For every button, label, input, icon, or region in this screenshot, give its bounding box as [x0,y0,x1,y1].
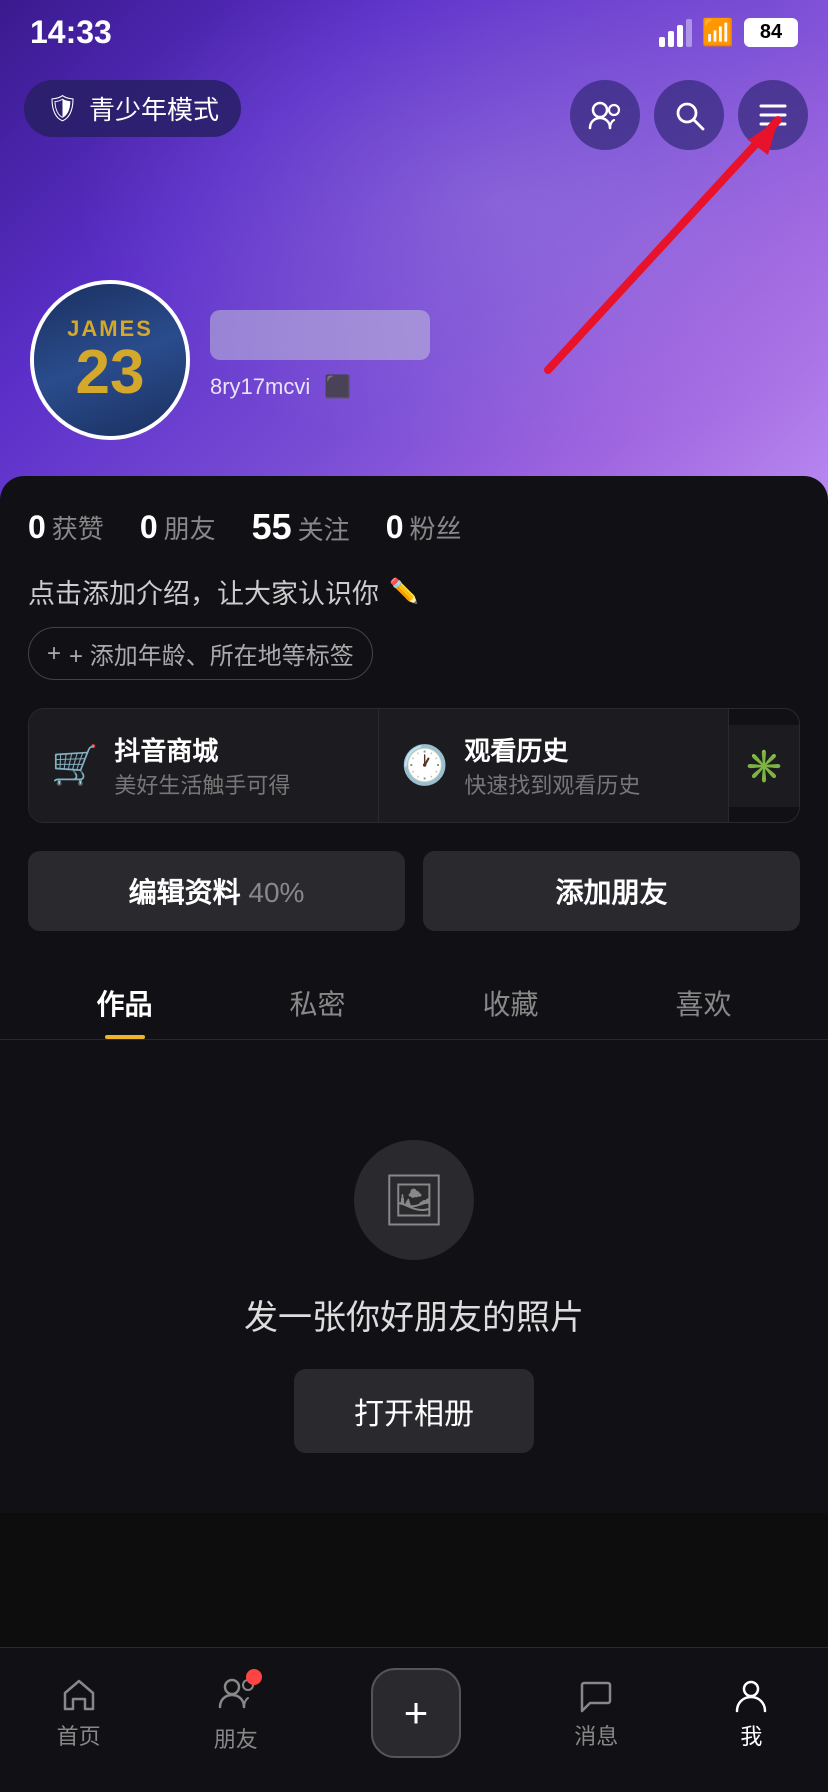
profile-avatar: JAMES 23 [30,280,190,440]
status-icons: 📶 84 [659,17,798,48]
quick-link-more[interactable]: ✳️ [729,725,799,807]
stats-row: 0 获赞 0 朋友 55 关注 0 粉丝 [28,506,800,548]
tab-private[interactable]: 私密 [221,963,414,1039]
status-bar: 14:33 📶 84 [0,0,828,59]
empty-text: 发一张你好朋友的照片 [244,1290,584,1339]
history-subtitle: 快速找到观看历史 [464,768,640,800]
quick-link-shop[interactable]: 🛒 抖音商城 美好生活触手可得 [29,709,379,822]
nav-profile-label: 我 [740,1719,762,1751]
add-friend-label: 添加朋友 [555,877,667,908]
profile-body: 0 获赞 0 朋友 55 关注 0 粉丝 点击添加介绍，让大家认识你 ✏️ + … [0,476,828,1513]
shop-text: 抖音商城 美好生活触手可得 [114,731,290,800]
nav-friends-label: 朋友 [214,1722,258,1754]
open-album-button[interactable]: 打开相册 [294,1369,534,1453]
tags-plus-icon: + [47,640,61,668]
nav-create[interactable]: + [371,1668,461,1758]
following-count: 55 [252,506,292,548]
signal-icon [659,19,692,47]
shop-title: 抖音商城 [114,731,290,768]
youth-mode-label: 青少年模式 [89,90,219,127]
stat-fans: 0 粉丝 [386,509,462,546]
open-album-label: 打开相册 [354,1398,474,1431]
youth-mode-badge[interactable]: 🛡 青少年模式 [24,80,241,137]
edit-profile-label: 编辑资料 [129,877,241,908]
edit-profile-button[interactable]: 编辑资料 40% [28,851,405,931]
nav-friends[interactable]: 朋友 [214,1673,258,1754]
battery-icon: 84 [744,18,798,47]
stat-likes: 0 获赞 [28,509,104,546]
nav-messages-label: 消息 [574,1719,618,1751]
status-time: 14:33 [30,14,112,51]
nav-messages[interactable]: 消息 [574,1675,618,1751]
bottom-nav: 首页 朋友 + 消息 我 [0,1647,828,1792]
action-buttons: 编辑资料 40% 添加朋友 [28,851,800,931]
wifi-icon: 📶 [702,17,734,48]
tags-placeholder: + 添加年龄、所在地等标签 [69,636,354,671]
following-label: 关注 [298,510,350,547]
friends-notification-dot [246,1669,262,1685]
likes-label: 获赞 [52,509,104,546]
youth-shield-icon: 🛡 [46,93,79,124]
stat-following[interactable]: 55 关注 [252,506,350,548]
friends-button[interactable] [570,80,640,150]
blurred-username [210,310,430,360]
bio-text: 点击添加介绍，让大家认识你 [28,572,379,611]
nav-home[interactable]: 首页 [57,1675,101,1751]
profile-name-area: 8ry17mcvi ⬛ [210,310,748,400]
tabs-row: 作品 私密 收藏 喜欢 [0,963,828,1040]
content-empty: 🖼 发一张你好朋友的照片 打开相册 [28,1040,800,1513]
jersey-number: 23 [76,342,145,404]
create-button[interactable]: + [371,1668,461,1758]
empty-icon-circle: 🖼 [354,1140,474,1260]
header-icons [570,80,808,150]
nav-profile[interactable]: 我 [731,1675,771,1751]
friends-count: 0 [140,509,158,546]
history-icon: 🕐 [401,744,448,788]
bio-edit-icon: ✏️ [389,577,419,606]
fans-label: 粉丝 [409,509,461,546]
quick-link-history[interactable]: 🕐 观看历史 快速找到观看历史 [379,709,729,822]
fans-count: 0 [386,509,404,546]
tab-likes[interactable]: 喜欢 [607,963,800,1039]
shop-subtitle: 美好生活触手可得 [114,768,290,800]
shop-icon: 🛒 [51,744,98,788]
history-text: 观看历史 快速找到观看历史 [464,731,640,800]
edit-progress: 40% [248,877,304,908]
tab-favorites[interactable]: 收藏 [414,963,607,1039]
profile-header: 🛡 青少年模式 [0,0,828,500]
likes-count: 0 [28,509,46,546]
stat-friends: 0 朋友 [140,509,216,546]
search-button[interactable] [654,80,724,150]
friends-label: 朋友 [164,509,216,546]
tab-works[interactable]: 作品 [28,963,221,1039]
profile-bio[interactable]: 点击添加介绍，让大家认识你 ✏️ [28,572,800,611]
more-star-icon: ✳️ [744,747,784,785]
photo-placeholder-icon: 🖼 [382,1171,445,1230]
history-title: 观看历史 [464,731,640,768]
profile-tags[interactable]: + + 添加年龄、所在地等标签 [28,627,373,680]
add-friend-button[interactable]: 添加朋友 [423,851,800,931]
quick-links-row: 🛒 抖音商城 美好生活触手可得 🕐 观看历史 快速找到观看历史 ✳️ [28,708,800,823]
profile-avatar-wrap: JAMES 23 [30,280,190,440]
profile-id: 8ry17mcvi ⬛ [210,374,352,399]
nav-home-label: 首页 [57,1719,101,1751]
menu-button[interactable] [738,80,808,150]
